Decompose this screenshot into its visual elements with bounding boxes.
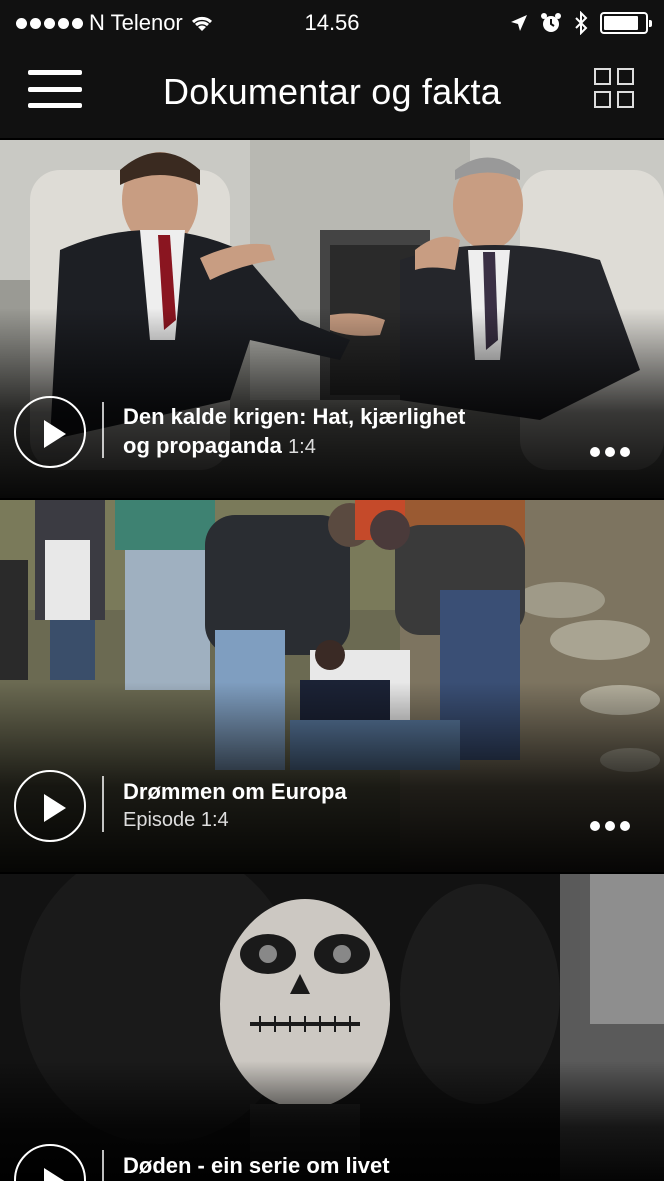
program-card[interactable]: Døden - ein serie om livet xyxy=(0,874,664,1181)
card-title-line1: Den kalde krigen: Hat, kjærlighet xyxy=(123,404,466,429)
status-bar: N Telenor 14.56 xyxy=(0,0,664,46)
status-left: N Telenor xyxy=(16,10,510,36)
alarm-clock-icon xyxy=(541,13,561,32)
signal-dots-icon xyxy=(16,17,83,29)
more-options-button[interactable] xyxy=(590,447,630,457)
status-right xyxy=(510,11,652,35)
card-text: Døden - ein serie om livet xyxy=(123,1151,574,1180)
card-text: Den kalde krigen: Hat, kjærlighet og pro… xyxy=(123,402,574,462)
carrier-label: N Telenor xyxy=(89,10,183,35)
card-title: Døden - ein serie om livet xyxy=(123,1153,390,1178)
card-episode: 1:4 xyxy=(288,436,316,458)
hamburger-menu-icon[interactable] xyxy=(28,68,82,110)
play-button[interactable] xyxy=(14,770,86,842)
page-title: Dokumentar og fakta xyxy=(163,71,501,112)
nav-bar: Dokumentar og fakta xyxy=(0,46,664,138)
wifi-icon xyxy=(191,16,212,31)
card-title-line2: og propaganda xyxy=(123,433,282,458)
divider xyxy=(102,1150,104,1181)
play-button[interactable] xyxy=(14,396,86,468)
divider xyxy=(102,776,104,832)
battery-icon xyxy=(600,12,652,34)
card-title: Drømmen om Europa xyxy=(123,779,347,804)
location-arrow-icon xyxy=(511,15,527,31)
bluetooth-icon xyxy=(575,11,588,35)
more-options-button[interactable] xyxy=(590,821,630,831)
program-card[interactable]: Den kalde krigen: Hat, kjærlighet og pro… xyxy=(0,140,664,498)
grid-view-icon[interactable] xyxy=(594,68,634,108)
program-card[interactable]: Drømmen om Europa Episode 1:4 xyxy=(0,500,664,872)
card-title: Den kalde krigen: Hat, kjærlighet og pro… xyxy=(123,402,574,462)
card-subtitle: Episode 1:4 xyxy=(123,809,229,831)
card-text: Drømmen om Europa Episode 1:4 xyxy=(123,777,574,834)
divider xyxy=(102,402,104,458)
